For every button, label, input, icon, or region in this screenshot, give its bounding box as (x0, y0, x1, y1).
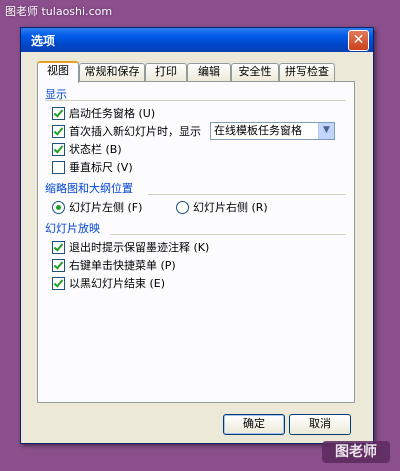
cancel-button[interactable]: 取消 (289, 414, 351, 435)
taskpane-dropdown[interactable]: 在线模板任务窗格 ▼ (210, 122, 335, 140)
tab-spelling[interactable]: 拼写检查 (279, 63, 335, 81)
options-dialog: 选项 ✕ 视图 常规和保存 打印 编辑 安全性 拼写检查 显示 启动任务窗格 (… (20, 27, 374, 444)
radio-button[interactable] (52, 200, 65, 214)
checkbox-startup-taskpane[interactable]: 启动任务窗格 (U) (52, 106, 155, 122)
group-divider (110, 234, 346, 235)
checkbox-vertical-ruler[interactable]: 垂直标尺 (V) (52, 160, 133, 176)
checkbox-box[interactable] (52, 124, 65, 138)
radio-button[interactable] (176, 200, 189, 214)
checkbox-end-black-slide[interactable]: 以黑幻灯片结束 (E) (52, 276, 165, 292)
radio-label: 幻灯片左侧 (F) (69, 201, 143, 214)
chevron-down-icon[interactable]: ▼ (318, 123, 334, 139)
group-divider (148, 194, 346, 195)
tab-security[interactable]: 安全性 (231, 63, 279, 81)
checkbox-label: 首次插入新幻灯片时，显示 (69, 125, 201, 138)
radio-slide-right[interactable]: 幻灯片右侧 (R) (176, 200, 268, 216)
close-button[interactable]: ✕ (348, 30, 369, 51)
checkbox-label: 状态栏 (B) (69, 143, 122, 156)
dropdown-value: 在线模板任务窗格 (214, 124, 302, 137)
checkbox-box[interactable] (52, 160, 65, 174)
checkbox-status-bar[interactable]: 状态栏 (B) (52, 142, 122, 158)
tab-print[interactable]: 打印 (145, 63, 187, 81)
checkbox-label: 右键单击快捷菜单 (P) (69, 259, 176, 272)
title-bar[interactable]: 选项 ✕ (21, 28, 373, 52)
checkbox-label: 以黑幻灯片结束 (E) (69, 277, 166, 290)
checkbox-show-on-insert[interactable]: 首次插入新幻灯片时，显示 (52, 124, 201, 140)
radio-slide-left[interactable]: 幻灯片左侧 (F) (52, 200, 142, 216)
checkbox-label: 退出时提示保留墨迹注释 (K) (69, 241, 210, 254)
watermark-logo: 图老师 (322, 441, 390, 463)
checkbox-ink-prompt[interactable]: 退出时提示保留墨迹注释 (K) (52, 240, 209, 256)
checkbox-label: 垂直标尺 (V) (69, 161, 133, 174)
tab-view[interactable]: 视图 (37, 61, 79, 83)
checkbox-box[interactable] (52, 276, 65, 290)
checkbox-box[interactable] (52, 106, 65, 120)
watermark-top: 图老师 tulaoshi.com (5, 5, 113, 18)
checkbox-box[interactable] (52, 142, 65, 156)
group-title-thumbnail: 缩略图和大纲位置 (45, 182, 133, 195)
group-title-slideshow: 幻灯片放映 (45, 222, 100, 235)
tab-general-save[interactable]: 常规和保存 (79, 63, 145, 81)
checkbox-right-click-menu[interactable]: 右键单击快捷菜单 (P) (52, 258, 176, 274)
radio-label: 幻灯片右侧 (R) (193, 201, 268, 214)
checkbox-box[interactable] (52, 258, 65, 272)
dialog-title: 选项 (31, 34, 56, 48)
tab-edit[interactable]: 编辑 (187, 63, 231, 81)
group-divider (45, 100, 346, 101)
view-panel: 显示 启动任务窗格 (U) 首次插入新幻灯片时，显示 在线模板任务窗格 ▼ 状态… (37, 81, 355, 403)
checkbox-box[interactable] (52, 240, 65, 254)
checkbox-label: 启动任务窗格 (U) (69, 107, 156, 120)
close-icon: ✕ (352, 32, 365, 48)
ok-button[interactable]: 确定 (223, 414, 285, 435)
